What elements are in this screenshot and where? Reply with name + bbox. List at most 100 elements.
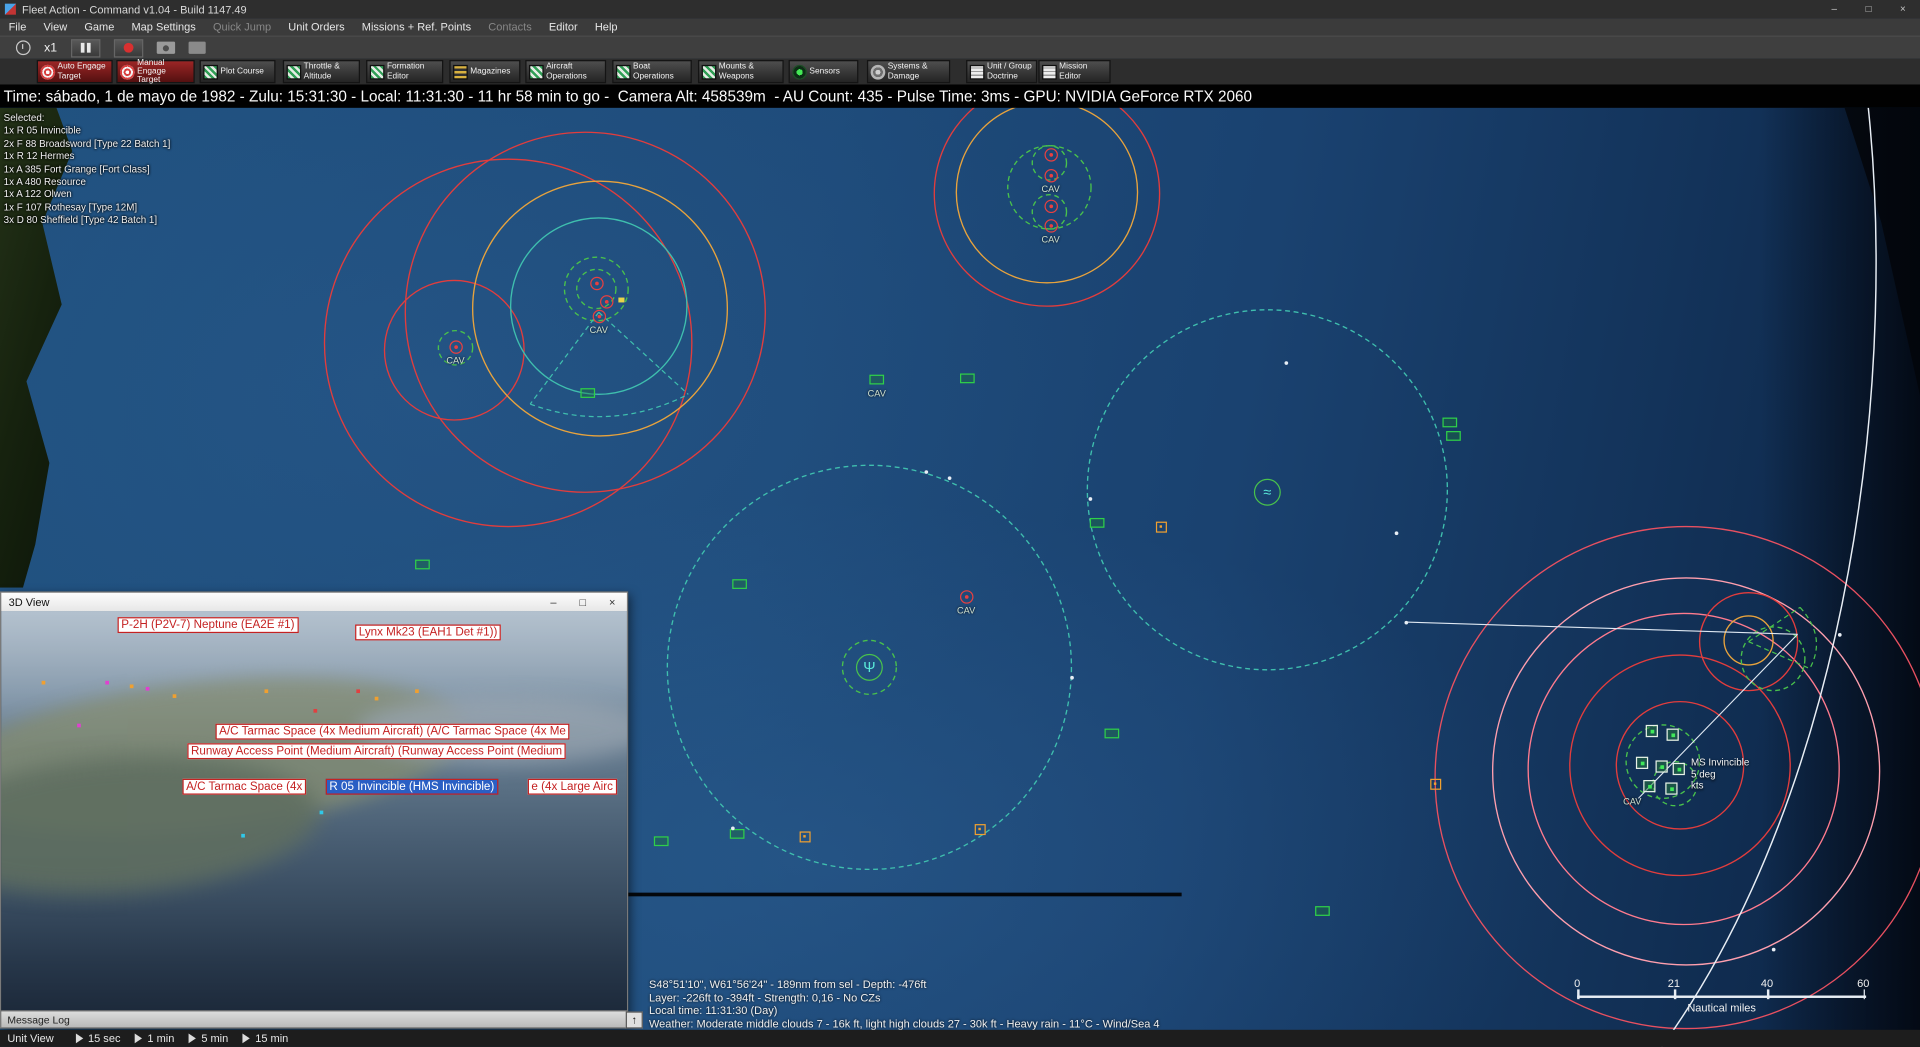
window-title: Fleet Action - Command v1.04 - Build 114… [22, 3, 247, 15]
ribbon-toolbar: Auto Engage Target Manual Engage Target Pl… [0, 59, 1920, 85]
close-button[interactable]: × [1886, 0, 1920, 18]
menu-help[interactable]: Help [586, 18, 626, 35]
minimize-button[interactable]: – [1817, 0, 1851, 18]
stripe-icon [287, 64, 302, 79]
plot-course-button[interactable]: Plot Course [200, 60, 276, 83]
3d-label[interactable]: Lynx Mk23 (EAH1 Det #1)) [355, 624, 501, 640]
menu-editor[interactable]: Editor [540, 18, 586, 35]
stripe-icon [203, 64, 218, 79]
menu-unit-orders[interactable]: Unit Orders [280, 18, 353, 35]
unit-group-doctrine-button[interactable]: Unit / Group Doctrine [966, 60, 1037, 83]
stripe-icon [370, 64, 385, 79]
manual-engage-target-button[interactable]: Manual Engage Target [116, 60, 194, 83]
3d-view-content[interactable]: P-2H (P2V-7) Neptune (EA2E #1) Lynx Mk23 … [1, 611, 627, 1010]
3d-label[interactable]: P-2H (P2V-7) Neptune (EA2E #1) [118, 617, 299, 633]
selected-item[interactable]: 1x R 12 Hermes [4, 151, 171, 164]
3d-view-window[interactable]: 3D View – □ × P-2H (P2V-7) Neptune (EA2E… [0, 591, 628, 1028]
map-readout: S48°51'10", W61°56'24" - 189nm from sel … [649, 978, 1160, 1030]
time-step-buttons: 15 sec 1 min 5 min 15 min [61, 1032, 288, 1044]
formation-editor-button[interactable]: Formation Editor [366, 60, 443, 83]
menu-file[interactable]: File [0, 18, 35, 35]
3d-view-title: 3D View [9, 596, 50, 608]
time-step-1-min[interactable]: 1 min [135, 1032, 174, 1044]
scale-tick [1674, 989, 1676, 999]
3d-unit-mark [375, 697, 379, 701]
3d-unit-mark [415, 689, 419, 693]
time-step-label: 5 min [201, 1032, 228, 1044]
scale-line [1577, 996, 1866, 998]
selected-item[interactable]: 3x D 80 Sheffield [Type 42 Batch 1] [4, 214, 171, 227]
3d-unit-mark [356, 689, 360, 693]
map-scale-bar: Nautical miles 0214060 [1577, 980, 1866, 1022]
clock-icon [16, 40, 31, 55]
menu-missions-ref-points[interactable]: Missions + Ref. Points [353, 18, 479, 35]
selected-item[interactable]: 1x A 480 Resource [4, 176, 171, 189]
throttle-altitude-button[interactable]: Throttle & Altitude [283, 60, 360, 83]
3d-unit-mark [146, 687, 150, 691]
selected-item[interactable]: 1x A 385 Fort Grange [Fort Class] [4, 164, 171, 177]
dot-icon [792, 64, 807, 79]
time-control-toolbar: x1 [0, 36, 1920, 59]
ribbon-label: Unit / Group Doctrine [987, 63, 1034, 81]
readout-line: Local time: 11:31:30 (Day) [649, 1004, 1160, 1017]
scale-tick-label: 40 [1761, 977, 1773, 989]
maximize-button[interactable]: □ [1851, 0, 1885, 18]
scale-tick-label: 60 [1857, 977, 1869, 989]
view-mode-label[interactable]: Unit View [0, 1032, 61, 1044]
3d-label[interactable]: A/C Tarmac Space (4x [182, 779, 306, 795]
dock-arrow-button[interactable]: ↑ [626, 1011, 643, 1028]
3d-unit-mark [130, 684, 134, 688]
magazines-button[interactable]: Magazines [449, 60, 520, 83]
3d-label[interactable]: Runway Access Point (Medium Aircraft) (R… [187, 743, 565, 759]
mounts-weapons-button[interactable]: Mounts & Weapons [698, 60, 784, 83]
menu-game[interactable]: Game [76, 18, 123, 35]
3d-unit-mark [264, 689, 268, 693]
time-step-15-sec[interactable]: 15 sec [76, 1032, 121, 1044]
auto-engage-target-button[interactable]: Auto Engage Target [37, 60, 113, 83]
record-button[interactable] [113, 39, 142, 57]
3d-close-button[interactable]: × [598, 593, 627, 611]
menu-view[interactable]: View [35, 18, 76, 35]
3d-maximize-button[interactable]: □ [568, 593, 597, 611]
readout-line: Weather: Moderate middle clouds 7 - 16k … [649, 1017, 1160, 1030]
time-step-15-min[interactable]: 15 min [243, 1032, 288, 1044]
readout-line: S48°51'10", W61°56'24" - 189nm from sel … [649, 978, 1160, 991]
3d-minimize-button[interactable]: – [539, 593, 568, 611]
app-window: Fleet Action - Command v1.04 - Build 114… [0, 0, 1920, 1047]
bottom-status-bar: Unit View 15 sec 1 min 5 min 15 min [0, 1030, 1920, 1047]
separator-line [628, 893, 1181, 897]
3d-label-selected[interactable]: R 05 Invincible (HMS Invincible) [326, 779, 498, 795]
menu-bar: FileViewGameMap SettingsQuick JumpUnit O… [0, 18, 1920, 35]
scale-tick [1863, 989, 1865, 999]
ribbon-label: Manual Engage Target [137, 58, 191, 85]
selected-item[interactable]: 1x F 107 Rothesay [Type 12M] [4, 202, 171, 215]
boat-operations-button[interactable]: Boat Operations [612, 60, 692, 83]
sensors-button[interactable]: Sensors [789, 60, 859, 83]
panel-icon[interactable] [188, 42, 205, 54]
message-log-bar[interactable]: Message Log [1, 1010, 627, 1027]
systems-damage-button[interactable]: Systems & Damage [867, 60, 950, 83]
play-icon [135, 1033, 142, 1043]
pause-button[interactable] [70, 39, 99, 57]
time-step-5-min[interactable]: 5 min [189, 1032, 228, 1044]
menu-map-settings[interactable]: Map Settings [123, 18, 204, 35]
3d-haze [1, 611, 627, 1010]
3d-label[interactable]: e (4x Large Airc [528, 779, 617, 795]
record-icon [123, 43, 133, 53]
3d-unit-mark [320, 811, 324, 815]
menu-quick-jump: Quick Jump [204, 18, 279, 35]
selected-item[interactable]: 1x A 122 Olwen [4, 189, 171, 202]
aircraft-operations-button[interactable]: Aircraft Operations [525, 60, 606, 83]
3d-unit-mark [313, 709, 317, 713]
mag-icon [453, 64, 468, 79]
ribbon-label: Boat Operations [633, 63, 688, 81]
selected-item[interactable]: 1x R 05 Invincible [4, 125, 171, 138]
mission-editor-button[interactable]: Mission Editor [1038, 60, 1110, 83]
3d-view-title-bar[interactable]: 3D View – □ × [1, 593, 627, 611]
camera-icon[interactable] [156, 42, 174, 54]
time-compression-value[interactable]: x1 [44, 41, 57, 54]
ribbon-label: Mission Editor [1059, 63, 1107, 81]
selected-item[interactable]: 2x F 88 Broadsword [Type 22 Batch 1] [4, 138, 171, 151]
selected-header: Selected: [4, 113, 171, 126]
3d-label[interactable]: A/C Tarmac Space (4x Medium Aircraft) (A… [216, 724, 570, 740]
